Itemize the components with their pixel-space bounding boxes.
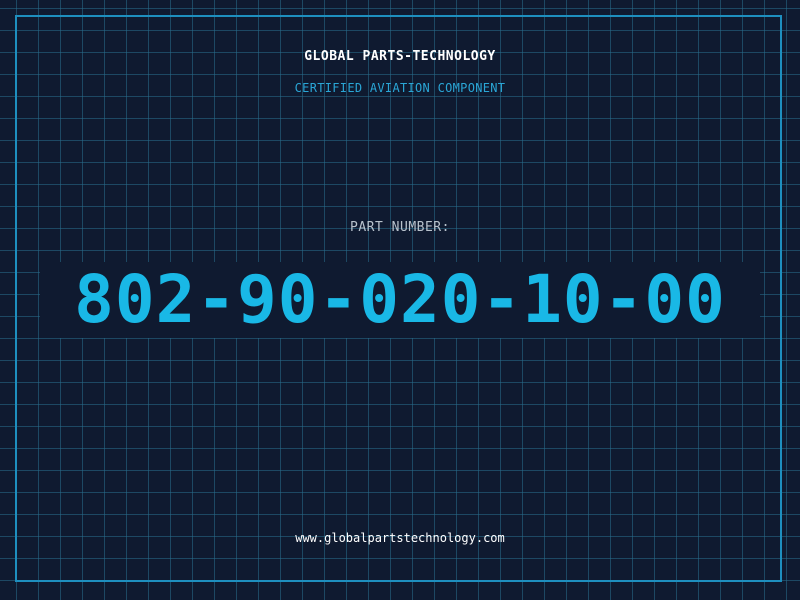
- part-card: GLOBAL PARTS-TECHNOLOGY CERTIFIED AVIATI…: [0, 0, 800, 600]
- company-name: GLOBAL PARTS-TECHNOLOGY: [304, 49, 496, 64]
- part-number-value: 802-90-020-10-00: [74, 261, 726, 338]
- part-number-label: PART NUMBER:: [350, 220, 450, 235]
- certification-subtitle: CERTIFIED AVIATION COMPONENT: [294, 81, 506, 95]
- website-url[interactable]: www.globalpartstechnology.com: [0, 531, 800, 545]
